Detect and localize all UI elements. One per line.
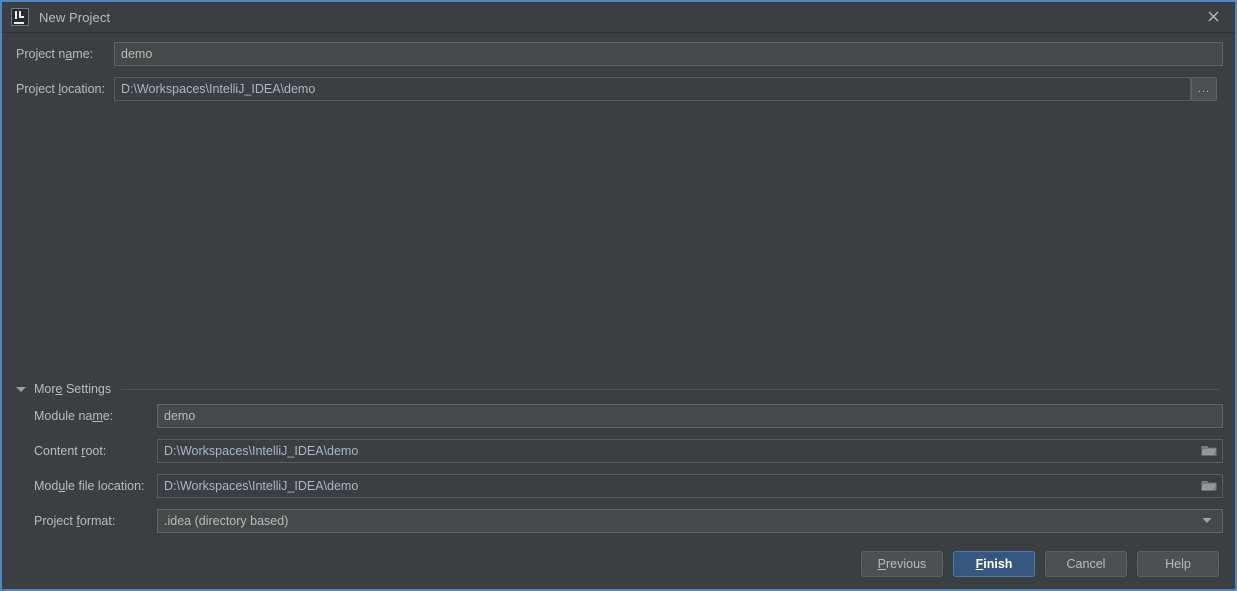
project-format-value: .idea (directory based): [164, 514, 288, 528]
project-name-label: Project name:: [16, 47, 114, 61]
dialog-button-bar: Previous Finish Cancel Help: [861, 551, 1219, 577]
window-title: New Project: [39, 10, 110, 25]
folder-icon[interactable]: [1201, 444, 1217, 458]
finish-button[interactable]: Finish: [953, 551, 1035, 577]
module-name-row: Module name: demo: [34, 404, 1223, 428]
help-button[interactable]: Help: [1137, 551, 1219, 577]
close-icon[interactable]: [1191, 2, 1235, 31]
cancel-button[interactable]: Cancel: [1045, 551, 1127, 577]
more-settings-toggle[interactable]: More Settings: [16, 381, 1219, 397]
project-format-row: Project format: .idea (directory based): [34, 509, 1223, 533]
module-name-input[interactable]: demo: [157, 404, 1223, 428]
intellij-idea-icon: [11, 8, 29, 26]
module-file-location-value: D:\Workspaces\IntelliJ_IDEA\demo: [164, 479, 358, 493]
more-settings-label: More Settings: [34, 382, 111, 396]
module-file-location-input[interactable]: D:\Workspaces\IntelliJ_IDEA\demo: [157, 474, 1223, 498]
content-root-label: Content root:: [34, 444, 157, 458]
project-format-label: Project format:: [34, 514, 157, 528]
folder-icon[interactable]: [1201, 479, 1217, 493]
content-root-value: D:\Workspaces\IntelliJ_IDEA\demo: [164, 444, 358, 458]
more-settings-separator: [121, 389, 1219, 390]
project-location-row: Project location: D:\Workspaces\IntelliJ…: [16, 77, 1223, 101]
module-name-label: Module name:: [34, 409, 157, 423]
project-location-input[interactable]: D:\Workspaces\IntelliJ_IDEA\demo: [114, 77, 1191, 101]
project-name-value: demo: [121, 47, 152, 61]
chevron-down-icon: [16, 387, 26, 392]
title-bar: New Project: [2, 2, 1235, 33]
module-file-location-label: Module file location:: [34, 479, 157, 493]
content-root-row: Content root: D:\Workspaces\IntelliJ_IDE…: [34, 439, 1223, 463]
project-format-select[interactable]: .idea (directory based): [157, 509, 1223, 533]
project-location-browse-button[interactable]: ...: [1191, 77, 1217, 101]
project-name-row: Project name: demo: [16, 42, 1223, 66]
module-file-location-row: Module file location: D:\Workspaces\Inte…: [34, 474, 1223, 498]
project-name-input[interactable]: demo: [114, 42, 1223, 66]
module-name-value: demo: [164, 409, 195, 423]
new-project-dialog: New Project Project name: demo Project l…: [0, 0, 1237, 591]
previous-button[interactable]: Previous: [861, 551, 943, 577]
project-location-value: D:\Workspaces\IntelliJ_IDEA\demo: [121, 82, 315, 96]
chevron-down-icon[interactable]: [1201, 514, 1217, 528]
project-location-label: Project location:: [16, 82, 114, 96]
content-root-input[interactable]: D:\Workspaces\IntelliJ_IDEA\demo: [157, 439, 1223, 463]
